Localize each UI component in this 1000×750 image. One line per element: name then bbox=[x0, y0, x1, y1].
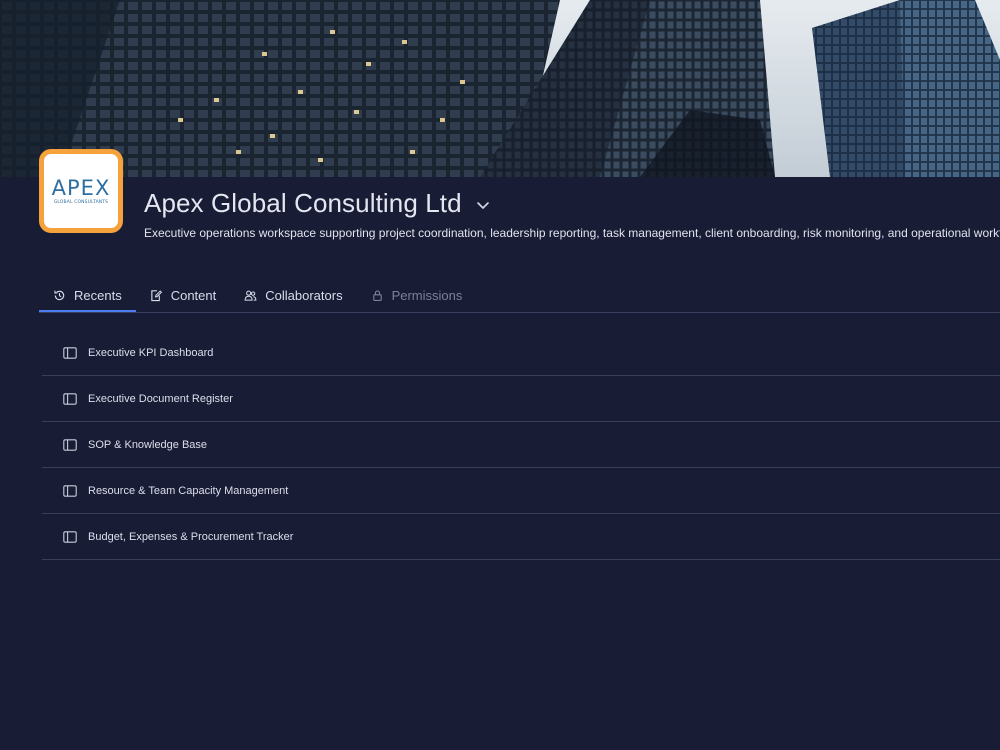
tab-bar: Recents Content Collaborators Permission… bbox=[39, 281, 1000, 313]
tab-label: Recents bbox=[74, 288, 122, 303]
sidebar-page-icon bbox=[63, 392, 77, 405]
list-item[interactable]: Executive Document Register bbox=[42, 376, 1000, 422]
sidebar-page-icon bbox=[63, 438, 77, 451]
logo-tagline: GLOBAL CONSULTANTS bbox=[53, 199, 109, 205]
list-item-label: Resource & Team Capacity Management bbox=[88, 484, 289, 497]
list-item-label: Executive Document Register bbox=[88, 392, 233, 405]
sidebar-page-icon bbox=[63, 346, 77, 359]
cover-image bbox=[0, 0, 1000, 177]
workspace-description: Executive operations workspace supportin… bbox=[144, 226, 1000, 240]
sidebar-page-icon bbox=[63, 484, 77, 497]
logo-wordmark: APEX bbox=[51, 175, 111, 200]
recents-list: Executive KPI Dashboard Executive Docume… bbox=[42, 330, 1000, 560]
lock-icon bbox=[372, 290, 382, 301]
tab-collaborators[interactable]: Collaborators bbox=[230, 281, 356, 310]
list-item-label: Executive KPI Dashboard bbox=[88, 346, 214, 359]
chevron-down-icon[interactable] bbox=[475, 197, 491, 213]
tab-label: Collaborators bbox=[265, 288, 343, 303]
skyscraper-photo bbox=[0, 0, 1000, 177]
list-item[interactable]: Resource & Team Capacity Management bbox=[42, 468, 1000, 514]
tab-permissions[interactable]: Permissions bbox=[357, 281, 477, 310]
workspace-logo: APEX GLOBAL CONSULTANTS bbox=[39, 149, 123, 233]
tab-recents[interactable]: Recents bbox=[39, 281, 136, 312]
list-item-label: SOP & Knowledge Base bbox=[88, 438, 208, 451]
list-item[interactable]: Budget, Expenses & Procurement Tracker bbox=[42, 514, 1000, 560]
people-icon bbox=[244, 290, 257, 301]
list-item-label: Budget, Expenses & Procurement Tracker bbox=[88, 530, 294, 543]
tab-label: Permissions bbox=[391, 288, 463, 303]
list-item[interactable]: Executive KPI Dashboard bbox=[42, 330, 1000, 376]
edit-doc-icon bbox=[151, 290, 162, 302]
list-item[interactable]: SOP & Knowledge Base bbox=[42, 422, 1000, 468]
tab-label: Content bbox=[170, 288, 217, 303]
tab-content[interactable]: Content bbox=[136, 281, 231, 310]
sidebar-page-icon bbox=[63, 530, 77, 543]
workspace-title-row[interactable]: Apex Global Consulting Ltd bbox=[144, 188, 491, 219]
history-icon bbox=[54, 290, 65, 301]
workspace-title[interactable]: Apex Global Consulting Ltd bbox=[144, 188, 462, 219]
